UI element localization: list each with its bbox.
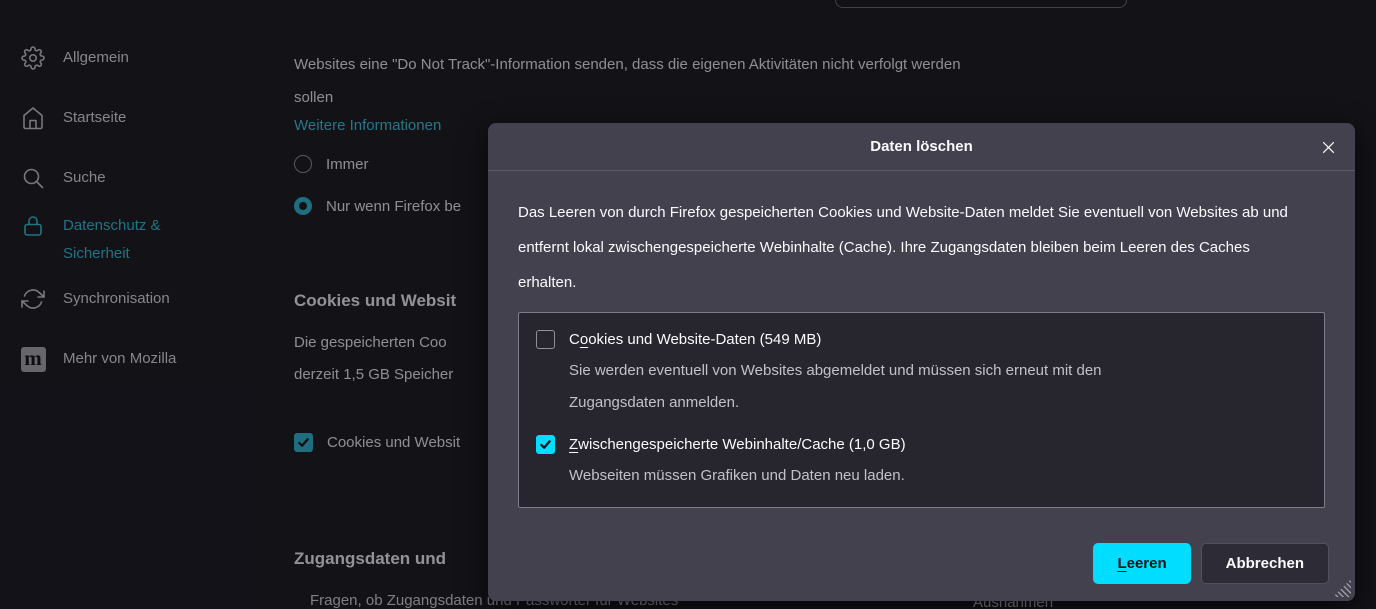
cancel-button[interactable]: Abbrechen	[1201, 543, 1329, 584]
dialog-header: Daten löschen	[488, 123, 1355, 171]
clear-options-groupbox: Cookies und Website-Daten (549 MB) Sie w…	[518, 312, 1325, 508]
cookies-site-data-checkbox-row[interactable]: Cookies und Website-Daten (549 MB)	[536, 330, 1305, 349]
option-cookies: Cookies und Website-Daten (549 MB) Sie w…	[536, 330, 1305, 419]
dialog-body: Das Leeren von durch Firefox gespeichert…	[488, 171, 1355, 508]
clear-button[interactable]: Leeren	[1093, 543, 1190, 584]
close-icon[interactable]	[1317, 136, 1339, 158]
option-label: Cookies und Website-Daten (549 MB)	[569, 331, 821, 348]
option-description: Webseiten müssen Grafiken und Daten neu …	[569, 460, 1169, 492]
clear-data-dialog: Daten löschen Das Leeren von durch Firef…	[488, 123, 1355, 601]
checkbox-unchecked-icon[interactable]	[536, 330, 555, 349]
option-cache: Zwischengespeicherte Webinhalte/Cache (1…	[536, 435, 1305, 492]
option-description: Sie werden eventuell von Websites abgeme…	[569, 355, 1169, 419]
checkbox-checked-icon[interactable]	[536, 435, 555, 454]
option-label: Zwischengespeicherte Webinhalte/Cache (1…	[569, 436, 906, 453]
resize-grip[interactable]	[1333, 579, 1351, 597]
firefox-settings-window: Allgemein Startseite Suche Datenschutz &…	[0, 0, 1376, 609]
dialog-title: Daten löschen	[870, 138, 973, 155]
dialog-description: Das Leeren von durch Firefox gespeichert…	[518, 195, 1298, 300]
dialog-footer: Leeren Abbrechen	[1093, 543, 1329, 584]
cached-web-content-checkbox-row[interactable]: Zwischengespeicherte Webinhalte/Cache (1…	[536, 435, 1305, 454]
